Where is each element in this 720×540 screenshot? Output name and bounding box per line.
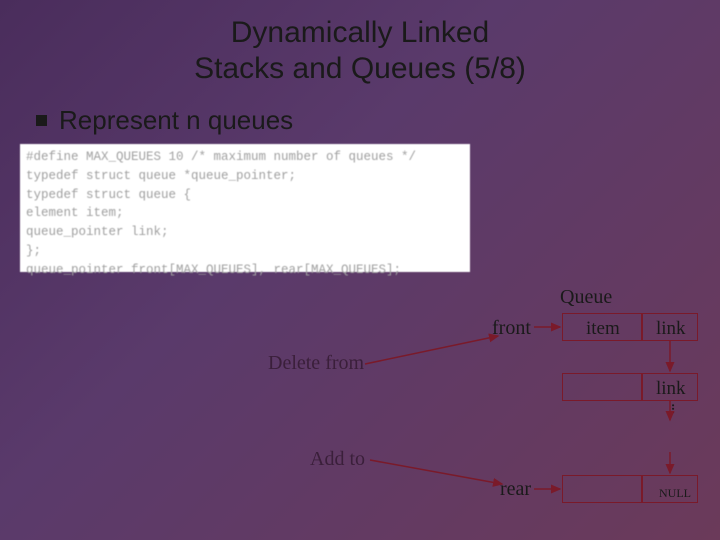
diagram-arrows: [0, 0, 720, 540]
